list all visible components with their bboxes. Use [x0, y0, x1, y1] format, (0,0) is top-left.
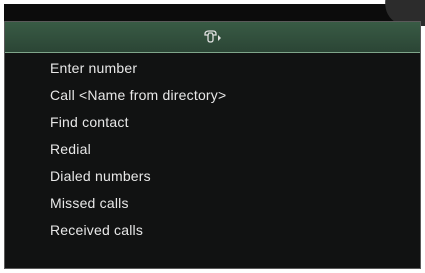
telephone-menu-screen: Enter number Call <Name from directory> … [4, 21, 421, 269]
infotainment-display: Enter number Call <Name from directory> … [0, 0, 425, 273]
menu-item-redial[interactable]: Redial [5, 136, 420, 163]
menu-item-received-calls[interactable]: Received calls [5, 217, 420, 244]
menu-header [5, 22, 420, 53]
phone-menu-list: Enter number Call <Name from directory> … [5, 55, 420, 244]
phone-handset-icon [203, 30, 221, 43]
display-bezel [4, 4, 421, 22]
menu-item-enter-number[interactable]: Enter number [5, 55, 420, 82]
menu-item-find-contact[interactable]: Find contact [5, 109, 420, 136]
menu-item-dialed-numbers[interactable]: Dialed numbers [5, 163, 420, 190]
menu-item-call-from-directory[interactable]: Call <Name from directory> [5, 82, 420, 109]
menu-item-missed-calls[interactable]: Missed calls [5, 190, 420, 217]
